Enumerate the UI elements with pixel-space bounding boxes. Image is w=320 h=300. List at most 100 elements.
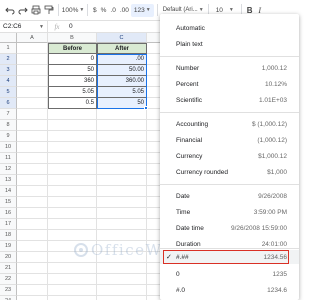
cell-before[interactable]: 5.05: [48, 87, 97, 98]
grid-cell[interactable]: [17, 43, 48, 54]
grid-cell[interactable]: [48, 186, 97, 197]
cell-after[interactable]: 50: [97, 98, 147, 109]
grid-cell[interactable]: [48, 296, 97, 300]
header-cell-before[interactable]: Before: [48, 43, 97, 54]
menu-item-custom-hash-zero[interactable]: #.0 1234.6: [160, 282, 299, 298]
column-header-a[interactable]: A: [17, 33, 48, 43]
menu-item-automatic[interactable]: Automatic: [160, 20, 299, 36]
column-header-c[interactable]: C: [97, 33, 147, 43]
grid-cell[interactable]: [97, 120, 147, 131]
grid-cell[interactable]: [17, 109, 48, 120]
grid-cell[interactable]: [17, 208, 48, 219]
grid-cell[interactable]: [17, 153, 48, 164]
row-header[interactable]: 1: [0, 43, 17, 54]
grid-cell[interactable]: [48, 230, 97, 241]
undo-icon[interactable]: [3, 3, 16, 17]
row-header[interactable]: 5: [0, 87, 17, 98]
header-cell-after[interactable]: After: [97, 43, 147, 54]
zoom-select[interactable]: 100% ▼: [62, 3, 85, 17]
select-all-corner[interactable]: [0, 33, 17, 43]
grid-cell[interactable]: [48, 219, 97, 230]
menu-item-time[interactable]: Time 3:59:00 PM: [160, 204, 299, 220]
menu-item-number[interactable]: Number 1,000.12: [160, 60, 299, 76]
grid-cell[interactable]: [17, 241, 48, 252]
grid-cell[interactable]: [17, 142, 48, 153]
row-header[interactable]: 2: [0, 54, 17, 65]
grid-cell[interactable]: [17, 263, 48, 274]
grid-cell[interactable]: [97, 296, 147, 300]
grid-cell[interactable]: [48, 285, 97, 296]
row-header[interactable]: 12: [0, 164, 17, 175]
grid-cell[interactable]: [97, 164, 147, 175]
grid-cell[interactable]: [17, 230, 48, 241]
grid-cell[interactable]: [17, 285, 48, 296]
grid-cell[interactable]: [17, 131, 48, 142]
grid-cell[interactable]: [97, 131, 147, 142]
grid-cell[interactable]: [48, 208, 97, 219]
cell-after[interactable]: 50.00: [97, 65, 147, 76]
menu-item-scientific[interactable]: Scientific 1.01E+03: [160, 92, 299, 108]
cell-after[interactable]: 5.05: [97, 87, 147, 98]
fill-handle[interactable]: [144, 106, 148, 110]
grid-cell[interactable]: [17, 120, 48, 131]
grid-cell[interactable]: [17, 274, 48, 285]
increase-decimal-button[interactable]: .00: [118, 3, 131, 17]
menu-item-date-time[interactable]: Date time 9/26/2008 15:59:00: [160, 220, 299, 236]
grid-cell[interactable]: [48, 142, 97, 153]
row-header[interactable]: 22: [0, 274, 17, 285]
grid-cell[interactable]: [17, 65, 48, 76]
row-header[interactable]: 16: [0, 208, 17, 219]
grid-cell[interactable]: [97, 109, 147, 120]
row-header[interactable]: 21: [0, 263, 17, 274]
grid-cell[interactable]: [17, 54, 48, 65]
grid-cell[interactable]: [48, 109, 97, 120]
more-formats-button[interactable]: 123 ▼: [130, 3, 154, 17]
grid-cell[interactable]: [17, 175, 48, 186]
menu-item-plain-text[interactable]: Plain text: [160, 36, 299, 52]
grid-cell[interactable]: [97, 285, 147, 296]
grid-cell[interactable]: [48, 175, 97, 186]
grid-cell[interactable]: [48, 153, 97, 164]
grid-cell[interactable]: [97, 153, 147, 164]
row-header[interactable]: 19: [0, 241, 17, 252]
grid-cell[interactable]: [97, 274, 147, 285]
grid-cell[interactable]: [97, 197, 147, 208]
row-header[interactable]: 9: [0, 131, 17, 142]
menu-item-custom-zero[interactable]: 0 1235: [160, 266, 299, 282]
cell-before[interactable]: 0: [48, 54, 97, 65]
row-header[interactable]: 23: [0, 285, 17, 296]
row-header[interactable]: 24: [0, 296, 17, 300]
paint-format-icon[interactable]: [42, 3, 55, 17]
redo-icon[interactable]: [16, 3, 29, 17]
grid-cell[interactable]: [97, 186, 147, 197]
menu-item-accounting[interactable]: Accounting $ (1,000.12): [160, 116, 299, 132]
menu-item-currency[interactable]: Currency $1,000.12: [160, 148, 299, 164]
grid-cell[interactable]: [17, 164, 48, 175]
grid-cell[interactable]: [17, 252, 48, 263]
grid-cell[interactable]: [97, 219, 147, 230]
row-header[interactable]: 20: [0, 252, 17, 263]
row-header[interactable]: 17: [0, 219, 17, 230]
menu-item-financial[interactable]: Financial (1,000.12): [160, 132, 299, 148]
grid-cell[interactable]: [97, 208, 147, 219]
grid-cell[interactable]: [17, 87, 48, 98]
grid-cell[interactable]: [48, 164, 97, 175]
grid-cell[interactable]: [17, 98, 48, 109]
row-header[interactable]: 6: [0, 98, 17, 109]
grid-cell[interactable]: [48, 197, 97, 208]
menu-item-percent[interactable]: Percent 10.12%: [160, 76, 299, 92]
currency-format-button[interactable]: $: [91, 3, 99, 17]
row-header[interactable]: 18: [0, 230, 17, 241]
cell-before[interactable]: 360: [48, 76, 97, 87]
menu-item-date[interactable]: Date 9/26/2008: [160, 188, 299, 204]
grid-cell[interactable]: [48, 120, 97, 131]
grid-cell[interactable]: [17, 219, 48, 230]
print-icon[interactable]: [29, 3, 42, 17]
row-header[interactable]: 15: [0, 197, 17, 208]
formula-input[interactable]: 0: [66, 23, 73, 30]
grid-cell[interactable]: [97, 175, 147, 186]
cell-after[interactable]: 360.00: [97, 76, 147, 87]
column-header-b[interactable]: B: [48, 33, 97, 43]
grid-cell[interactable]: [17, 296, 48, 300]
row-header[interactable]: 8: [0, 120, 17, 131]
